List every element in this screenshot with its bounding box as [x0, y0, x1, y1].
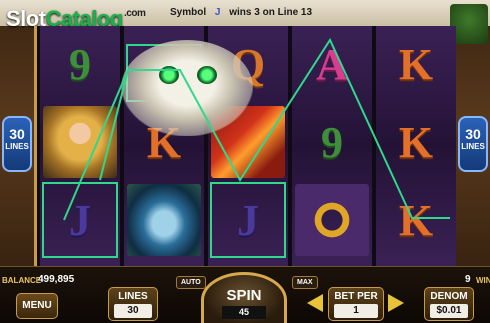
bet-label: BET PER — [334, 291, 378, 302]
spin-label: SPIN — [226, 287, 262, 304]
symbol-9: 9 — [292, 104, 372, 180]
logo-domain: .com — [124, 8, 146, 19]
symbol-k-text: K — [398, 117, 434, 167]
symbol-k: K — [376, 26, 456, 102]
symbol-k: K — [376, 104, 456, 180]
queen-symbol-icon — [43, 106, 117, 178]
reel-area: 9 J K Q J A 9 K K K — [34, 26, 456, 266]
denomination-control[interactable]: DENOM $0.01 — [424, 287, 474, 321]
slot-game: SlotCatalog .com Symbol J wins 3 on Line… — [0, 0, 490, 323]
winning-symbol-box — [210, 182, 286, 258]
menu-button[interactable]: MENU — [16, 293, 58, 319]
lines-badge-value: 30 — [9, 126, 25, 142]
bet-per-line-control[interactable]: BET PER 1 — [328, 287, 384, 321]
message-symbol: J — [214, 7, 221, 18]
denom-value: $0.01 — [429, 304, 469, 318]
reel-4: A 9 — [292, 26, 372, 266]
lines-control[interactable]: LINES 30 — [108, 287, 158, 321]
symbol-ring — [292, 182, 372, 258]
balance-label: BALANCE — [2, 276, 42, 285]
bet-increase-arrow-icon[interactable] — [388, 294, 404, 312]
winning-symbol-box — [42, 182, 118, 258]
bet-decrease-arrow-icon[interactable] — [307, 294, 323, 312]
message-prefix: Symbol — [170, 7, 207, 18]
lines-value: 30 — [113, 304, 153, 318]
symbol-k: K — [376, 182, 456, 258]
helmet-symbol-icon — [127, 184, 201, 256]
total-bet-value: 45 — [222, 306, 266, 319]
denom-label: DENOM — [430, 291, 468, 302]
symbol-k-text: K — [398, 195, 434, 245]
lines-badge-left: 30 LINES — [2, 116, 32, 172]
lines-badge-value: 30 — [465, 126, 481, 142]
bet-value: 1 — [334, 304, 378, 318]
win-message: Symbol J wins 3 on Line 13 — [170, 7, 312, 18]
symbol-helmet — [124, 182, 204, 258]
symbol-9: 9 — [40, 26, 120, 102]
skull-wild-icon — [121, 40, 253, 136]
spin-button[interactable]: SPIN 45 — [201, 272, 287, 323]
message-bar: SlotCatalog .com Symbol J wins 3 on Line… — [0, 0, 490, 44]
reel-5: K K K — [376, 26, 456, 266]
lines-badge-label: LINES — [5, 142, 29, 151]
lines-badge-right: 30 LINES — [458, 116, 488, 172]
auto-button[interactable]: AUTO — [176, 276, 206, 289]
symbol-a-text: A — [316, 39, 348, 89]
lines-badge-label: LINES — [461, 142, 485, 151]
symbol-9-text: 9 — [69, 39, 91, 89]
symbol-9-text: 9 — [321, 117, 343, 167]
max-bet-button[interactable]: MAX — [292, 276, 318, 289]
ring-symbol-icon — [295, 184, 369, 256]
win-label: WIN — [476, 276, 490, 285]
balance-value: 499,895 — [38, 274, 75, 285]
lines-label: LINES — [118, 291, 148, 302]
message-suffix: wins 3 on Line 13 — [229, 7, 313, 18]
skull-eye — [197, 66, 217, 84]
symbol-k-text: K — [398, 39, 434, 89]
skull-eye — [159, 66, 179, 84]
win-value: 9 — [465, 274, 471, 285]
symbol-a: A — [292, 26, 372, 102]
symbol-queen — [40, 104, 120, 180]
